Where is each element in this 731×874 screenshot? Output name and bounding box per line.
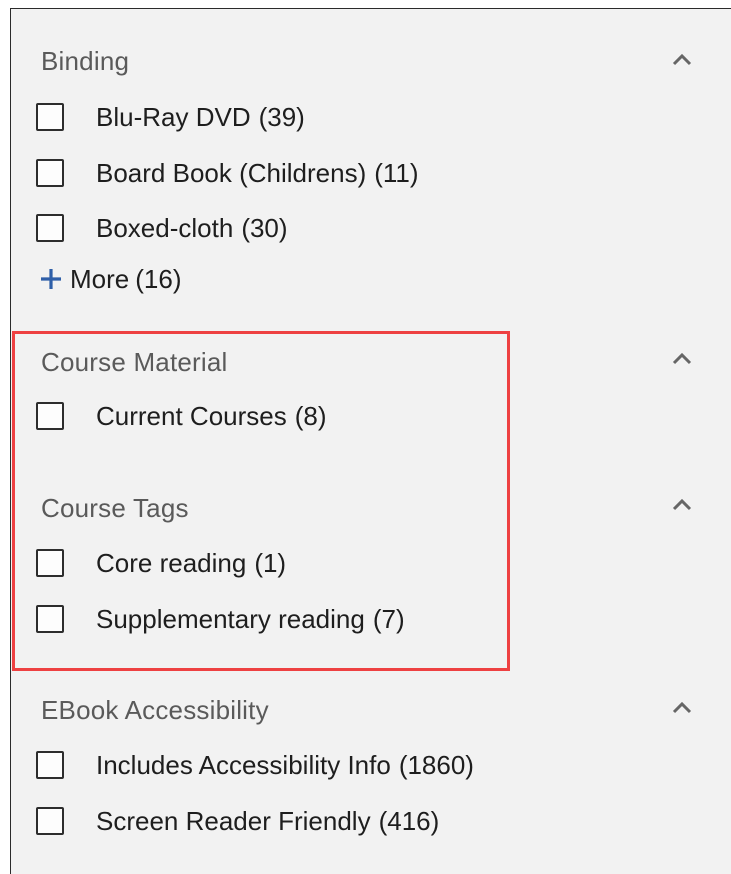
facet-label: Blu-Ray DVD (96, 101, 251, 132)
checkbox[interactable] (36, 751, 64, 779)
collapse-binding-button[interactable] (668, 50, 696, 70)
checkbox[interactable] (36, 807, 64, 835)
chevron-up-icon (672, 701, 692, 714)
section-title-course-material: Course Material (41, 347, 228, 377)
section-title-ebook-accessibility: EBook Accessibility (41, 695, 269, 725)
facet-option-includes-accessibility-info[interactable]: Includes Accessibility Info (1860) (36, 747, 474, 783)
more-count: (16) (135, 263, 182, 294)
section-title-course-tags: Course Tags (41, 493, 189, 523)
collapse-ebook-accessibility-button[interactable] (668, 698, 696, 718)
checkbox[interactable] (36, 214, 64, 242)
facet-count: (416) (378, 805, 440, 836)
facet-option-supplementary-reading[interactable]: Supplementary reading (7) (36, 601, 405, 637)
more-label: More (70, 263, 130, 294)
facet-count: (8) (294, 400, 327, 431)
facet-count: (30) (241, 212, 288, 243)
facet-option-board-book[interactable]: Board Book (Childrens) (11) (36, 155, 419, 191)
checkbox[interactable] (36, 402, 64, 430)
facet-label: Board Book (Childrens) (96, 157, 367, 188)
chevron-up-icon (672, 53, 692, 66)
facet-label: Supplementary reading (96, 603, 365, 634)
more-binding-link[interactable]: More (16) (38, 261, 182, 297)
facet-count: (11) (374, 157, 419, 188)
checkbox[interactable] (36, 605, 64, 633)
checkbox[interactable] (36, 549, 64, 577)
facet-option-core-reading[interactable]: Core reading (1) (36, 545, 286, 581)
section-title-binding: Binding (41, 46, 130, 76)
facet-label: Includes Accessibility Info (96, 749, 391, 780)
collapse-course-material-button[interactable] (668, 349, 696, 369)
facet-count: (39) (258, 101, 305, 132)
collapse-course-tags-button[interactable] (668, 495, 696, 515)
facet-label: Boxed-cloth (96, 212, 234, 243)
facet-option-boxed-cloth[interactable]: Boxed-cloth (30) (36, 210, 288, 246)
facet-count: (1860) (398, 749, 474, 780)
facet-option-screen-reader-friendly[interactable]: Screen Reader Friendly (416) (36, 803, 439, 839)
chevron-up-icon (672, 498, 692, 511)
checkbox[interactable] (36, 159, 64, 187)
chevron-up-icon (672, 352, 692, 365)
facet-count: (7) (372, 603, 405, 634)
facet-option-blu-ray-dvd[interactable]: Blu-Ray DVD (39) (36, 99, 305, 135)
facet-label: Screen Reader Friendly (96, 805, 371, 836)
plus-icon (41, 269, 61, 289)
facet-label: Current Courses (96, 400, 287, 431)
facet-label: Core reading (96, 547, 247, 578)
facet-count: (1) (254, 547, 287, 578)
facet-option-current-courses[interactable]: Current Courses (8) (36, 398, 327, 434)
checkbox[interactable] (36, 103, 64, 131)
